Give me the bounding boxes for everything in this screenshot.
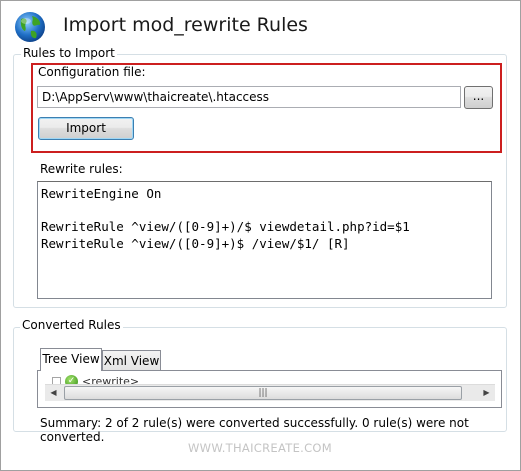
rewrite-rules-textarea[interactable]: RewriteEngine On RewriteRule ^view/([0-9… (37, 181, 492, 299)
summary-text: Summary: 2 of 2 rule(s) were converted s… (40, 416, 469, 444)
watermark-text: WWW.THAICREATE.COM (188, 441, 332, 455)
tab-xml-view[interactable]: Xml View (102, 350, 161, 370)
horizontal-scrollbar[interactable]: ◀ ||| ▶ (45, 384, 495, 401)
import-button[interactable]: Import (38, 117, 134, 140)
scroll-right-icon[interactable]: ▶ (478, 385, 495, 401)
scroll-thumb[interactable]: ||| (64, 386, 462, 400)
globe-icon (15, 12, 45, 42)
config-file-input[interactable]: D:\AppServ\www\thaicreate\.htaccess (37, 86, 461, 108)
rewrite-rules-text: RewriteEngine On RewriteRule ^view/([0-9… (41, 186, 410, 251)
converted-rules-label: Converted Rules (20, 318, 123, 332)
tree-view-panel: ✓ <rewrite> ◀ ||| ▶ (37, 370, 502, 408)
browse-button[interactable]: ... (464, 86, 493, 109)
tab-tree-view[interactable]: Tree View (40, 348, 102, 371)
scroll-left-icon[interactable]: ◀ (45, 385, 62, 401)
rewrite-rules-label: Rewrite rules: (40, 162, 123, 176)
rules-to-import-label: Rules to Import (21, 46, 117, 60)
config-file-label: Configuration file: (38, 65, 146, 79)
dialog-title: Import mod_rewrite Rules (63, 14, 308, 36)
